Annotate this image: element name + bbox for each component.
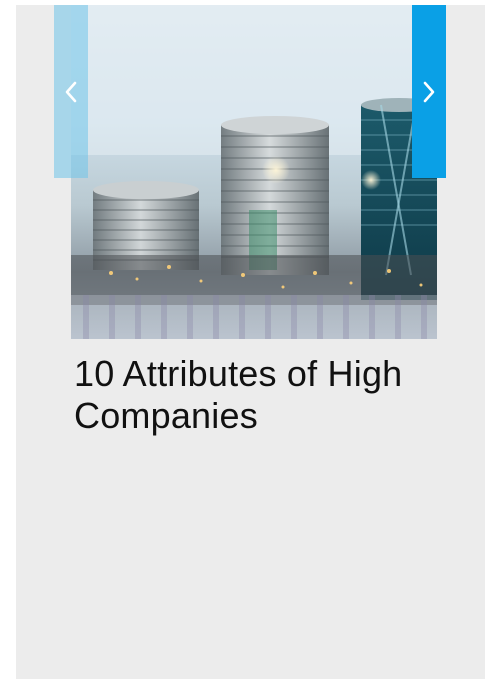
article-image[interactable] <box>71 5 437 339</box>
carousel-next-button[interactable] <box>412 5 446 178</box>
chevron-left-icon <box>63 80 79 104</box>
carousel-prev-button[interactable] <box>54 5 88 178</box>
article-title[interactable]: 10 Attributes of High Companies <box>74 353 474 437</box>
article-card: 10 Attributes of High Companies <box>16 5 485 679</box>
chevron-right-icon <box>421 80 437 104</box>
coin-stacks-photo <box>71 5 437 339</box>
